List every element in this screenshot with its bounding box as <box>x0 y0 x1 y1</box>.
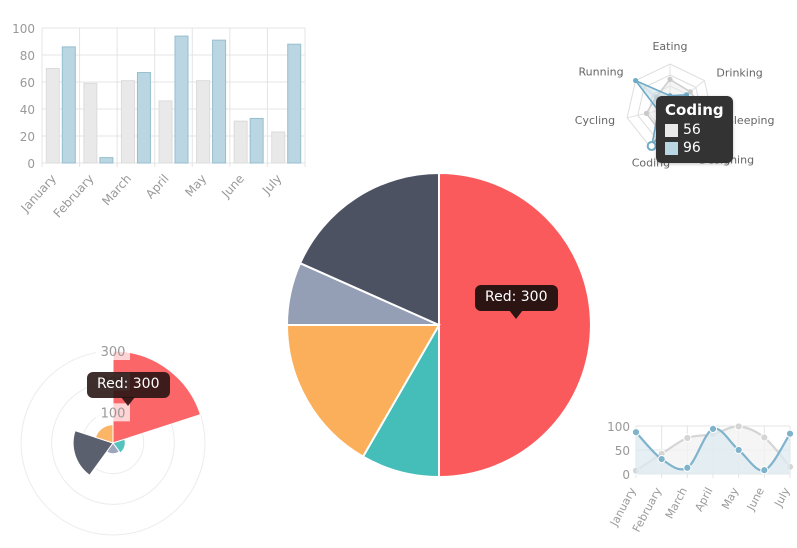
pie-chart-svg[interactable] <box>277 160 602 490</box>
bar-xtick-label: June <box>218 172 247 202</box>
line-chart-yaxis-labels: 0 50 100 <box>607 420 630 482</box>
bar-chart-xaxis-labels: JanuaryFebruary March April May June July <box>17 172 284 221</box>
line-xtick-label: April <box>692 485 715 513</box>
bar-chart-gridlines <box>41 27 306 167</box>
radar-tooltip-title: Coding <box>665 101 724 119</box>
bar-ytick-label: 20 <box>20 130 35 144</box>
radar-tooltip-swatch-1 <box>665 124 678 137</box>
polar-area-chart-panel[interactable]: 100200300 Red: 300 <box>16 342 231 548</box>
polar-chart-tooltip: Red: 300 <box>87 372 170 406</box>
bar-ytick-label: 60 <box>20 76 35 90</box>
line-data-point[interactable] <box>760 466 769 475</box>
line-data-point[interactable] <box>785 429 795 438</box>
line-xtick-label: May <box>719 485 741 512</box>
line-xtick-label: March <box>663 485 690 521</box>
line-data-point[interactable] <box>631 428 641 437</box>
polar-radial-tick-label: 300 <box>101 345 126 360</box>
line-xtick-label: June <box>744 485 767 513</box>
radar-tooltip-row: 56 <box>665 122 724 139</box>
bar-rect-dataset2[interactable] <box>249 117 264 164</box>
bar-chart-panel[interactable]: 0 20 40 60 80 100 January February March April Ma… <box>0 0 320 221</box>
bar-chart-svg[interactable]: 020406080100 JanuaryFebruary March April Ma… <box>0 0 320 221</box>
bar-xtick-label: February <box>51 172 97 221</box>
pie-chart-tooltip: Red: 300 <box>475 285 558 319</box>
bar-xtick-label: March <box>99 172 134 209</box>
radar-axis-label: Eating <box>652 40 687 53</box>
bar-rect-dataset2[interactable] <box>174 35 189 164</box>
line-data-point[interactable] <box>683 463 692 472</box>
bar-rect-dataset2[interactable] <box>287 43 302 164</box>
radar-axis-label: Drinking <box>716 67 762 80</box>
bar-rect-dataset1[interactable] <box>271 131 286 164</box>
polar-radial-tick-label: 100 <box>101 406 126 421</box>
line-ytick-label: 0 <box>622 468 630 482</box>
bar-rect-dataset2[interactable] <box>136 72 151 164</box>
bar-ytick-label: 80 <box>20 49 35 63</box>
bar-rect-dataset1[interactable] <box>83 82 98 164</box>
line-data-point[interactable] <box>657 455 666 464</box>
radar-data-point[interactable] <box>667 76 673 82</box>
bar-rect-dataset1[interactable] <box>45 68 60 164</box>
line-data-point[interactable] <box>708 424 718 433</box>
line-chart-panel[interactable]: 0 50 100 January February March April May June J… <box>600 412 797 548</box>
line-data-point[interactable] <box>760 433 769 442</box>
radar-highlighted-point[interactable] <box>646 141 657 152</box>
radar-tooltip-value-1: 56 <box>683 122 701 138</box>
pie-slice-red[interactable] <box>438 171 592 479</box>
line-chart-series[interactable] <box>631 422 795 475</box>
line-data-point[interactable] <box>683 433 692 443</box>
bar-xtick-label: May <box>182 172 209 200</box>
bar-rect-dataset2[interactable] <box>99 157 114 164</box>
pie-chart-panel[interactable]: Red: 300 <box>277 160 602 490</box>
line-data-point[interactable] <box>734 445 743 455</box>
radar-data-point[interactable] <box>643 110 650 116</box>
bar-chart-yaxis-labels: 0 20 40 60 80 100 <box>12 22 35 171</box>
pie-chart-slices[interactable] <box>285 171 592 479</box>
line-data-point[interactable] <box>734 422 743 431</box>
bar-rect-dataset1[interactable] <box>158 100 173 164</box>
radar-chart-tooltip: Coding 56 96 <box>656 96 733 163</box>
bar-rect-dataset2[interactable] <box>212 39 227 164</box>
radar-tooltip-swatch-2 <box>665 142 678 155</box>
radar-tooltip-value-2: 96 <box>683 140 701 156</box>
radar-axis-label: Sleeping <box>727 114 775 127</box>
radar-data-point[interactable] <box>632 77 639 84</box>
line-chart-svg[interactable]: 0 50 100 JanuaryFebruaryMarch April May June J… <box>600 412 797 548</box>
line-chart-xaxis-labels: JanuaryFebruaryMarch April May June July <box>607 485 793 535</box>
polar-chart-sectors[interactable] <box>72 350 202 476</box>
bar-ytick-label: 0 <box>27 157 35 171</box>
line-xtick-label: July <box>771 485 792 510</box>
radar-axis-label: Cycling <box>575 114 615 127</box>
radar-axis-label: Running <box>579 66 624 79</box>
line-ytick-label: 50 <box>615 444 630 458</box>
bar-rect-dataset1[interactable] <box>120 80 135 164</box>
bar-xtick-label: April <box>143 172 172 202</box>
bar-rect-dataset2[interactable] <box>61 46 76 164</box>
bar-rect-dataset1[interactable] <box>196 80 211 164</box>
bar-ytick-label: 100 <box>12 22 35 36</box>
bar-ytick-label: 40 <box>20 103 35 117</box>
line-ytick-label: 100 <box>607 420 630 434</box>
bar-rect-dataset1[interactable] <box>233 120 248 164</box>
radar-tooltip-row: 96 <box>665 140 724 157</box>
